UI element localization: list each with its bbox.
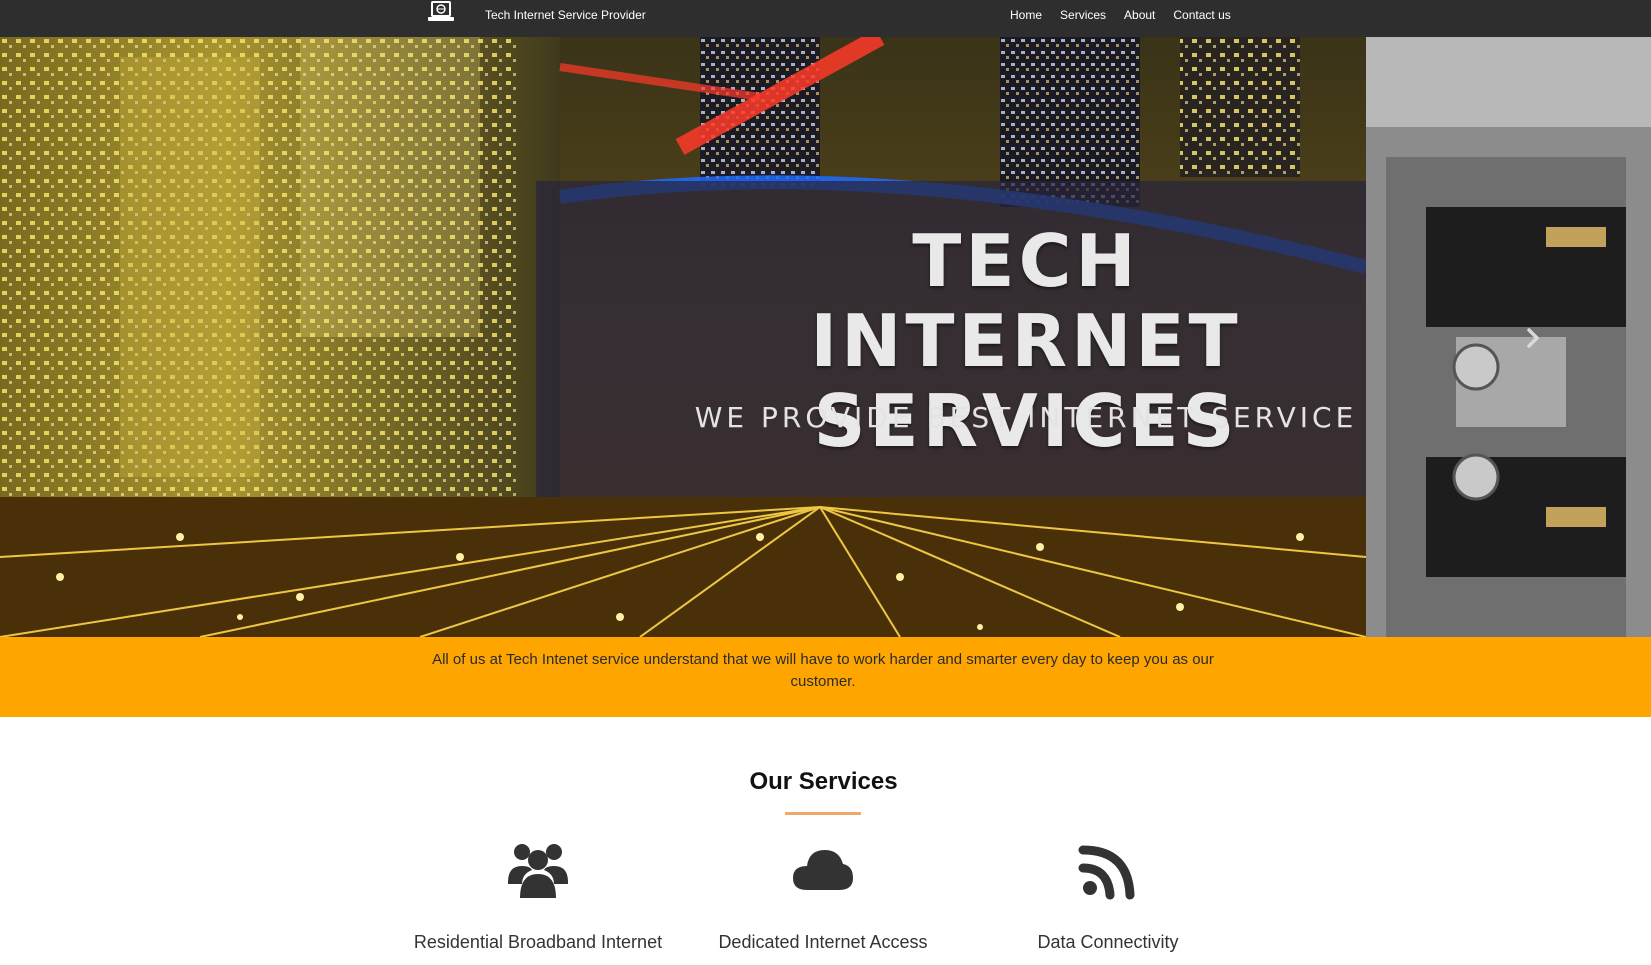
brand-name[interactable]: Tech Internet Service Provider: [485, 8, 646, 22]
hero-carousel: TECH INTERNET SERVICES WE PROVIDE BEST I…: [0, 37, 1651, 637]
service-title: Residential Broadband Internet: [413, 932, 663, 952]
nav-about[interactable]: About: [1124, 8, 1155, 22]
top-navbar: Tech Internet Service Provider Home Serv…: [0, 0, 1651, 37]
title-underline: [785, 812, 861, 815]
hero-caption: TECH INTERNET SERVICES WE PROVIDE BEST I…: [536, 181, 1366, 497]
nav-contact-us[interactable]: Contact us: [1173, 8, 1230, 22]
section-title: Our Services: [749, 768, 898, 795]
users-icon: [508, 844, 568, 898]
service-title: Dedicated Internet Access: [718, 932, 928, 952]
hero-subtitle: WE PROVIDE BEST INTERNET SERVICE: [694, 401, 1358, 434]
banner-text: All of us at Tech Intenet service unders…: [432, 651, 1214, 690]
cloud-icon: [793, 850, 853, 890]
server-hardware-image: [1366, 37, 1651, 637]
service-dedicated-internet: Dedicated Internet Access: [673, 840, 973, 952]
nav-services[interactable]: Services: [1060, 8, 1106, 22]
service-data-connectivity: Data Connectivity: [958, 840, 1258, 952]
hero-title-line1: TECH INTERNET: [810, 219, 1242, 383]
nav-home[interactable]: Home: [1010, 8, 1042, 22]
service-residential-broadband: Residential Broadband Internet: [388, 840, 688, 952]
service-title: Data Connectivity: [1037, 932, 1179, 952]
main-nav: Home Services About Contact us: [1010, 8, 1249, 22]
mission-banner: All of us at Tech Intenet service unders…: [0, 637, 1651, 717]
laptop-globe-icon[interactable]: [426, 0, 456, 24]
rss-icon: [1078, 845, 1135, 900]
chevron-right-icon[interactable]: [1520, 325, 1546, 351]
